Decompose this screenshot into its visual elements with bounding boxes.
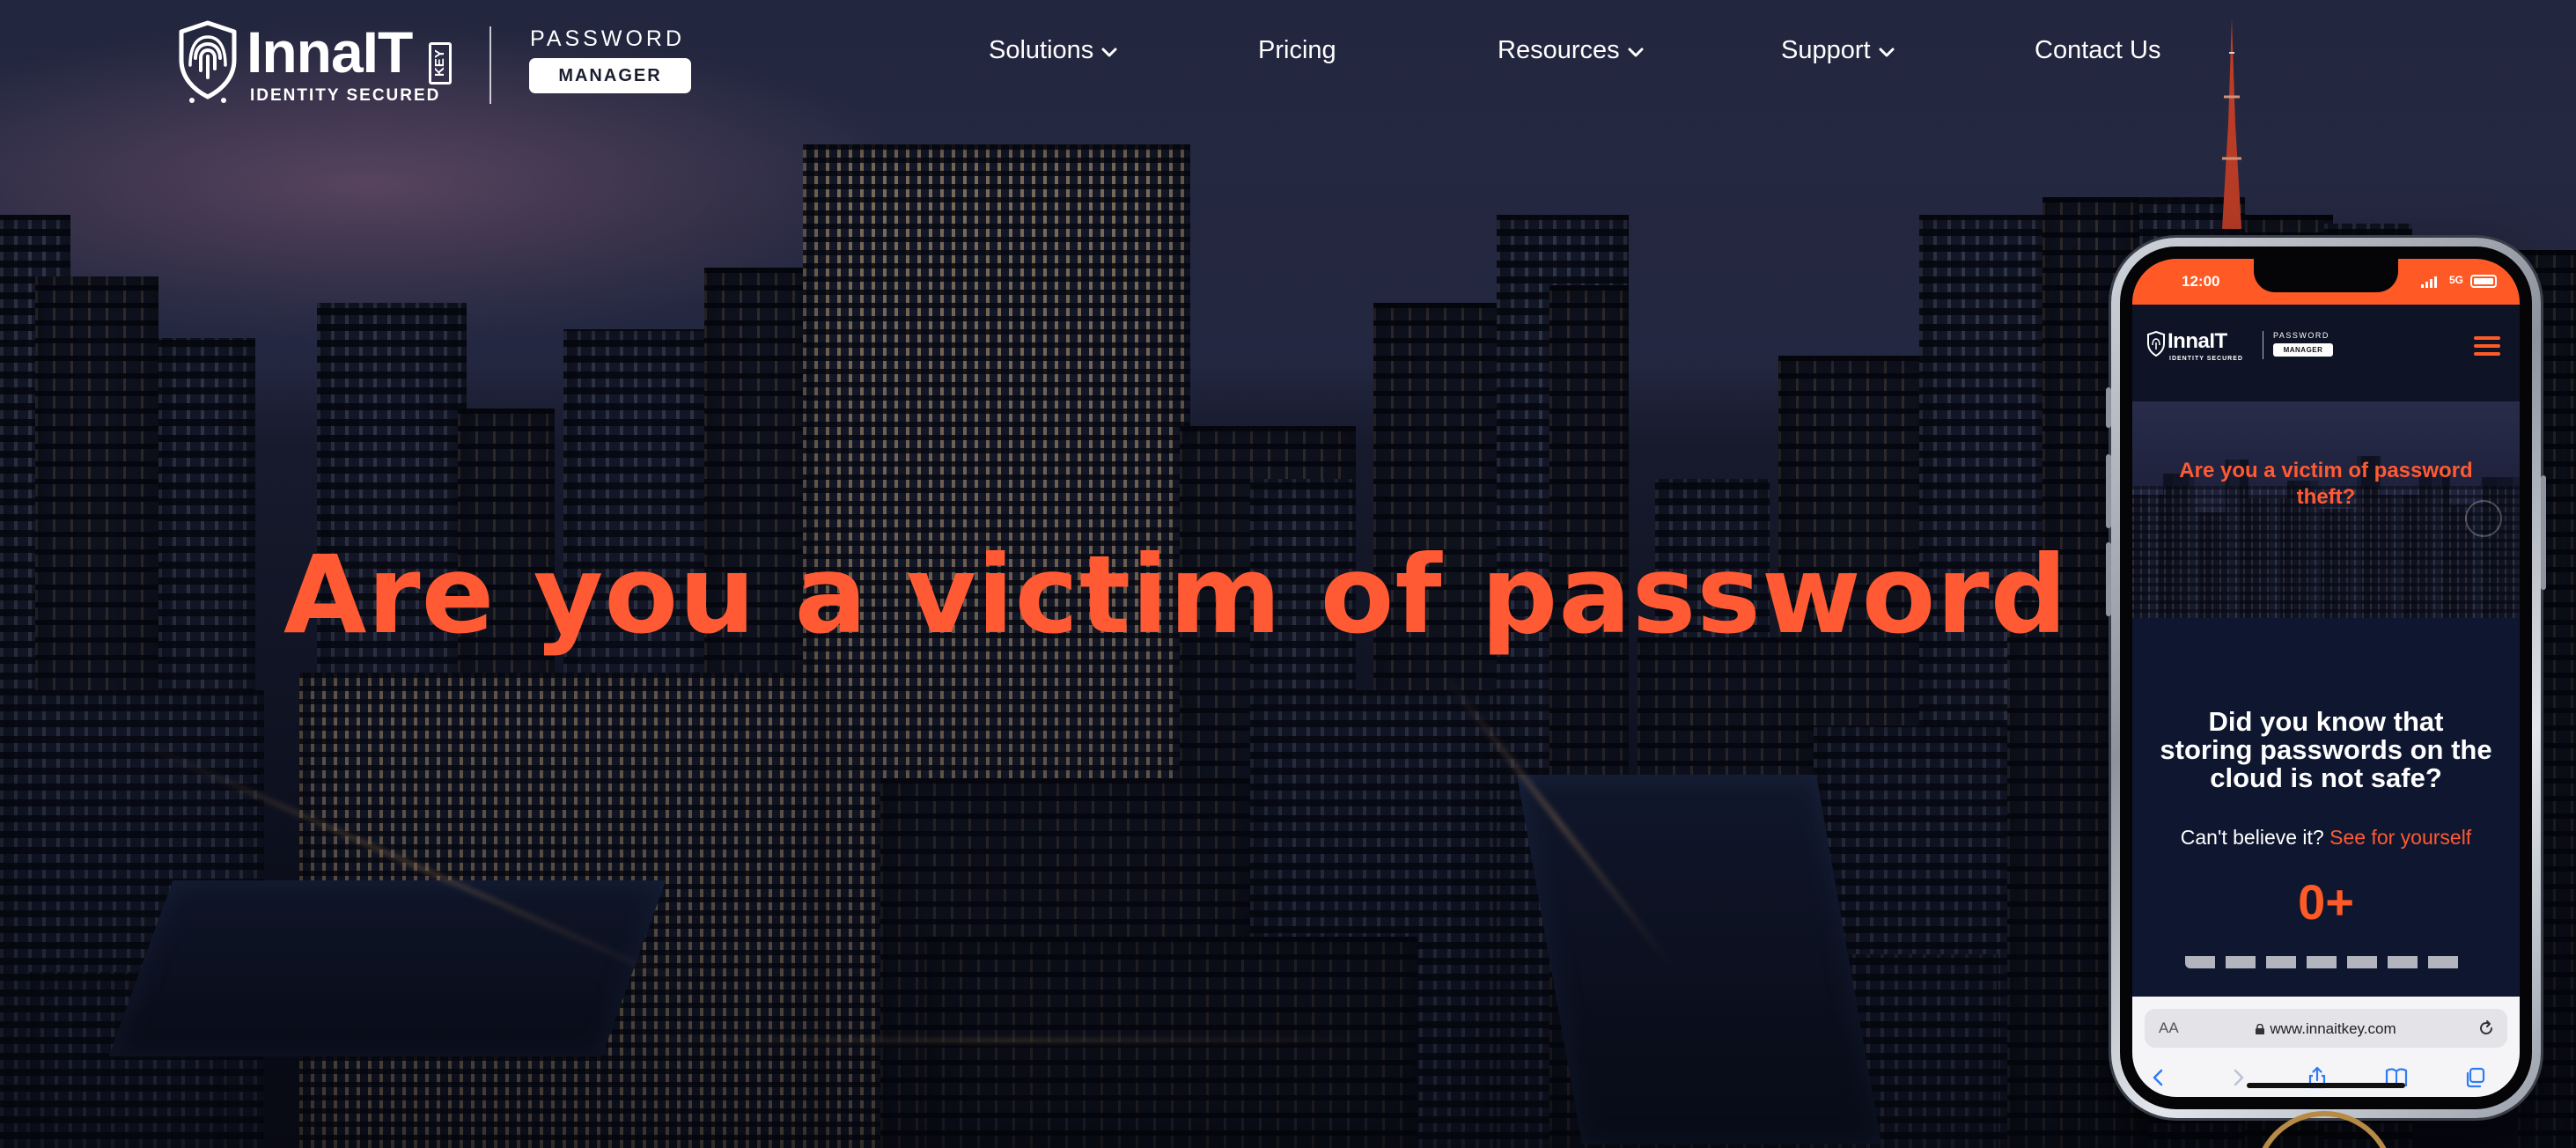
mobile-subtext-label: Can't believe it?: [2180, 826, 2324, 849]
product-badge: MANAGER: [529, 58, 691, 93]
brand-key-tag: KEY: [429, 42, 452, 85]
status-time: 12:00: [2182, 273, 2220, 290]
mobile-product-label: PASSWORD: [2273, 331, 2329, 340]
nav-resources-label: Resources: [1498, 36, 1620, 64]
chevron-down-icon: [1101, 48, 1117, 57]
page: InnaIT KEY IDENTITY SECURED PASSWORD MAN…: [0, 0, 2576, 1148]
mobile-hero: Are you a victim of password theft?: [2132, 401, 2520, 618]
nav-pricing-label: Pricing: [1258, 36, 1336, 64]
mobile-brand-tagline: IDENTITY SECURED: [2169, 356, 2243, 362]
safari-browser-bar: AA www.innaitkey.com: [2132, 997, 2520, 1097]
see-for-yourself-link[interactable]: See for yourself: [2329, 826, 2471, 849]
nav-solutions-label: Solutions: [989, 36, 1094, 64]
chevron-down-icon: [1628, 48, 1644, 57]
phone-mockup: 12:00 5G InnaIT IDENTITY SECURED PASSWOR…: [2106, 238, 2546, 1118]
url-text: www.innaitkey.com: [2270, 1020, 2396, 1037]
site-logo[interactable]: InnaIT KEY IDENTITY SECURED PASSWORD MAN…: [176, 19, 696, 107]
mobile-question-heading: Did you know that storing passwords on t…: [2160, 706, 2492, 793]
status-network: 5G: [2448, 274, 2463, 286]
home-indicator: [2247, 1083, 2405, 1088]
mobile-header: InnaIT IDENTITY SECURED PASSWORD MANAGER: [2132, 305, 2520, 401]
reload-icon[interactable]: [2477, 1019, 2495, 1037]
mobile-subtext: Can't believe it? See for yourself: [2132, 826, 2520, 850]
hero-headline: Are you a victim of password the: [283, 533, 2115, 658]
nav-resources[interactable]: Resources: [1498, 35, 1645, 65]
nav-contact-us-label: Contact Us: [2035, 36, 2161, 64]
hamburger-menu-icon[interactable]: [2474, 336, 2500, 356]
chevron-down-icon: [1879, 48, 1895, 57]
tabs-icon[interactable]: [2463, 1065, 2488, 1090]
phone-mute-switch: [2106, 387, 2111, 428]
nav-solutions[interactable]: Solutions: [989, 35, 1118, 65]
brand-tagline: IDENTITY SECURED: [250, 86, 441, 105]
phone-power-button: [2541, 475, 2546, 590]
address-bar[interactable]: AA www.innaitkey.com: [2145, 1009, 2507, 1048]
nav-support[interactable]: Support: [1781, 35, 1895, 65]
phone-volume-up: [2106, 454, 2111, 528]
mobile-counter: 0+: [2298, 874, 2354, 930]
mobile-content: Did you know that storing passwords on t…: [2132, 618, 2520, 997]
phone-screen: 12:00 5G InnaIT IDENTITY SECURED PASSWOR…: [2132, 259, 2520, 1097]
nav-pricing[interactable]: Pricing: [1258, 35, 1336, 65]
circle-icon: [2465, 500, 2502, 537]
fingerprint-shield-icon: [2147, 331, 2165, 357]
browser-toolbar: [2132, 1060, 2520, 1095]
fingerprint-shield-icon: [179, 20, 237, 103]
lock-icon: [2256, 1024, 2265, 1034]
back-icon[interactable]: [2146, 1065, 2171, 1090]
logo-divider: [489, 26, 491, 104]
nav-support-label: Support: [1781, 36, 1871, 64]
mobile-product-badge: MANAGER: [2273, 343, 2333, 357]
nav-contact-us[interactable]: Contact Us: [2035, 35, 2160, 65]
battery-icon: [2470, 275, 2497, 288]
mobile-hero-headline: Are you a victim of password theft?: [2179, 459, 2473, 509]
signal-icon: [2421, 276, 2437, 288]
mobile-counter-caption: [2185, 956, 2467, 968]
phone-volume-down: [2106, 542, 2111, 616]
brand-name: InnaIT: [247, 19, 413, 85]
mobile-brand-name: InnaIT: [2168, 329, 2227, 353]
product-label: PASSWORD: [530, 26, 685, 51]
phone-notch: [2254, 259, 2398, 292]
url-display: www.innaitkey.com: [2145, 1020, 2507, 1038]
